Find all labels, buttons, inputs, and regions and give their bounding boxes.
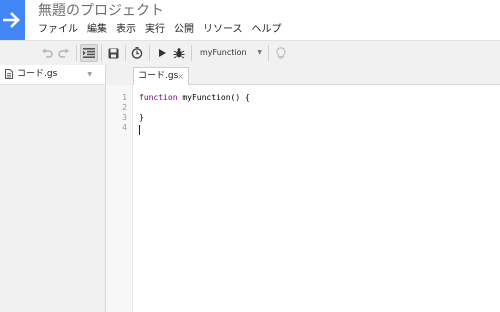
toolbar-divider — [268, 45, 269, 61]
line-number: 2 — [122, 103, 127, 112]
indent-icon — [83, 48, 95, 58]
toolbar-divider — [125, 45, 126, 61]
play-icon — [159, 49, 166, 57]
lightbulb-icon — [276, 46, 286, 59]
redo-icon — [58, 48, 69, 58]
file-name-label: コード.gs — [17, 69, 58, 79]
document-icon — [5, 69, 13, 79]
arrow-right-icon — [3, 12, 20, 28]
chevron-down-icon: ▼ — [257, 49, 262, 56]
menu-view[interactable]: 表示 — [116, 22, 136, 38]
menu-help[interactable]: ヘルプ — [252, 22, 282, 38]
toolbar-divider — [101, 45, 102, 61]
debug-button[interactable] — [170, 44, 188, 62]
tab-label: コード.gs — [138, 71, 179, 81]
file-panel: コード.gs ▼ — [0, 65, 106, 312]
save-button[interactable] — [104, 44, 122, 62]
tab-bar: コード.gs × — [133, 65, 500, 85]
line-number: 4 — [122, 123, 127, 132]
close-icon[interactable]: × — [177, 71, 184, 83]
line-number-gutter: 1 2 3 4 — [106, 85, 133, 312]
toolbar-divider — [191, 45, 192, 61]
line-number: 1 — [122, 93, 127, 102]
toolbar: myFunction ▼ — [0, 40, 500, 66]
redo-button[interactable] — [55, 44, 73, 62]
apps-script-logo[interactable] — [0, 0, 25, 40]
tips-button[interactable] — [272, 44, 290, 62]
text-cursor — [139, 125, 140, 135]
menu-publish[interactable]: 公開 — [174, 22, 194, 38]
undo-button[interactable] — [38, 44, 56, 62]
bug-icon — [173, 48, 185, 59]
chevron-down-icon[interactable]: ▼ — [87, 68, 92, 81]
code-line-3: } — [139, 113, 144, 122]
undo-icon — [42, 48, 53, 58]
menu-bar: ファイル 編集 表示 実行 公開 リソース ヘルプ — [38, 22, 291, 38]
function-select-value: myFunction — [200, 48, 247, 57]
clock-icon — [131, 47, 143, 59]
toolbar-divider — [76, 45, 77, 61]
floppy-disk-icon — [108, 48, 118, 58]
tab-code-gs[interactable]: コード.gs × — [133, 67, 189, 85]
menu-run[interactable]: 実行 — [145, 22, 165, 38]
code-editor[interactable]: 1 2 3 4 function myFunction() { } — [106, 85, 500, 312]
header: 無題のプロジェクト ファイル 編集 表示 実行 公開 リソース ヘルプ — [0, 0, 500, 40]
code-line-1: function myFunction() { — [139, 93, 250, 103]
project-title[interactable]: 無題のプロジェクト — [38, 2, 164, 20]
triggers-button[interactable] — [128, 44, 146, 62]
line-number: 3 — [122, 113, 127, 122]
menu-edit[interactable]: 編集 — [87, 22, 107, 38]
indent-button[interactable] — [80, 44, 98, 62]
file-list-item[interactable]: コード.gs ▼ — [0, 65, 105, 85]
menu-file[interactable]: ファイル — [38, 22, 78, 38]
code-text: myFunction() { — [177, 93, 250, 102]
toolbar-divider — [149, 45, 150, 61]
keyword-function: function — [139, 93, 178, 102]
menu-resources[interactable]: リソース — [203, 22, 243, 38]
function-select[interactable]: myFunction ▼ — [196, 45, 266, 61]
run-button[interactable] — [153, 44, 171, 62]
